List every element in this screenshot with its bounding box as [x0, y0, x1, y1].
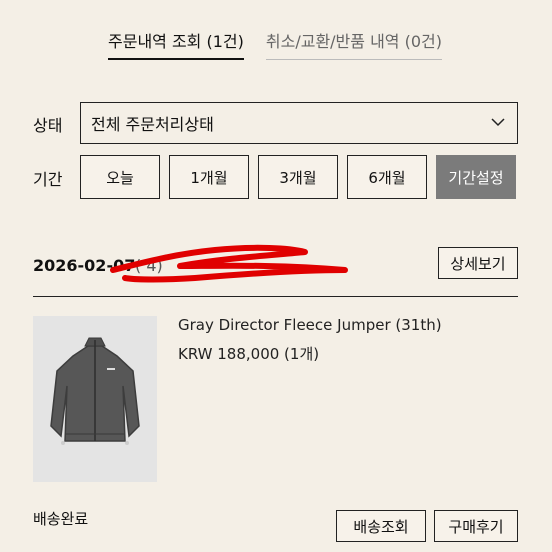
track-shipping-button[interactable]: 배송조회 [336, 510, 426, 542]
status-select[interactable]: 전체 주문처리상태 [80, 102, 518, 144]
jacket-illustration [33, 316, 157, 482]
delivery-status: 배송완료 [33, 510, 89, 528]
period-1month-button[interactable]: 1개월 [169, 155, 249, 199]
order-divider [33, 296, 518, 297]
status-label: 상태 [33, 116, 63, 135]
status-select-value: 전체 주문처리상태 [91, 115, 214, 134]
order-tabs: 주문내역 조회 (1건) 취소/교환/반품 내역 (0건) [108, 28, 442, 60]
tab-cancel-exchange[interactable]: 취소/교환/반품 내역 (0건) [265, 28, 442, 60]
detail-button[interactable]: 상세보기 [438, 247, 518, 279]
chevron-down-icon [491, 118, 505, 127]
tab-order-history[interactable]: 주문내역 조회 (1건) [108, 28, 244, 60]
redaction-scribble [110, 244, 348, 283]
product-image[interactable] [33, 316, 157, 482]
period-today-button[interactable]: 오늘 [80, 155, 160, 199]
period-3month-button[interactable]: 3개월 [258, 155, 338, 199]
period-custom-button[interactable]: 기간설정 [436, 155, 516, 199]
period-label: 기간 [33, 170, 63, 189]
write-review-button[interactable]: 구매후기 [434, 510, 518, 542]
period-6month-button[interactable]: 6개월 [347, 155, 427, 199]
product-name[interactable]: Gray Director Fleece Jumper (31th) [178, 316, 442, 334]
product-price: KRW 188,000 (1개) [178, 345, 320, 363]
